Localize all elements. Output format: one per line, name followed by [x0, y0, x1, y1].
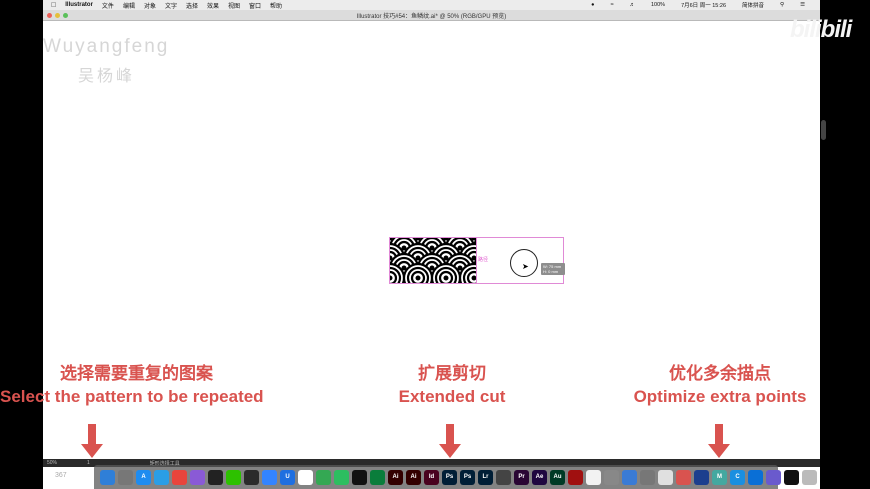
ae-icon[interactable]: Ae	[532, 469, 547, 485]
menu-app-name[interactable]: Illustrator	[65, 2, 93, 8]
cube-icon[interactable]	[622, 469, 637, 485]
artboard-number[interactable]: 1	[87, 460, 90, 466]
fish-scale-pattern[interactable]	[390, 238, 476, 283]
caption-optimize-points-en: Optimize extra points	[633, 387, 807, 406]
c4d-icon[interactable]	[694, 469, 709, 485]
pen-icon[interactable]	[352, 469, 367, 485]
size-tooltip: W: 75 mm H: 0 mm	[541, 263, 565, 275]
volume-icon[interactable]: ♬	[629, 2, 635, 8]
arrow-down-icon	[439, 424, 461, 458]
watermark-name-en: Wuyangfeng	[43, 36, 170, 57]
input-method-label[interactable]: 简体拼音	[742, 1, 764, 9]
caption-extended-cut: 扩展剪切 Extended cut	[372, 359, 532, 407]
pr-icon[interactable]: Pr	[514, 469, 529, 485]
search-icon[interactable]: ⚲	[780, 2, 784, 8]
caption-optimize-points-cn: 优化多余描点	[669, 364, 771, 383]
id-icon[interactable]: Id	[424, 469, 439, 485]
menu-window[interactable]: 窗口	[249, 1, 261, 10]
watermark-name-cn: 吴杨峰	[78, 68, 136, 85]
ps-icon[interactable]: Ps	[442, 469, 457, 485]
red-icon[interactable]	[568, 469, 583, 485]
arrow-down-icon	[81, 424, 103, 458]
au-icon[interactable]: Au	[550, 469, 565, 485]
u-icon[interactable]: U	[280, 469, 295, 485]
menu-type[interactable]: 文字	[165, 1, 177, 10]
dock-counter: 367	[55, 472, 67, 479]
ps2-icon[interactable]: Ps	[460, 469, 475, 485]
cloud-icon[interactable]	[298, 469, 313, 485]
caption-extended-cut-en: Extended cut	[398, 387, 506, 406]
bilibili-logo: bilibili	[790, 16, 852, 43]
trash-icon[interactable]	[802, 469, 817, 485]
ai2-icon[interactable]: Ai	[406, 469, 421, 485]
tools-icon[interactable]	[640, 469, 655, 485]
sketch-icon[interactable]	[658, 469, 673, 485]
green-icon[interactable]	[316, 469, 331, 485]
clock-label[interactable]: 7月6日 周一 15:26	[681, 1, 726, 9]
zoom-window-button[interactable]	[63, 13, 68, 18]
green2-icon[interactable]	[370, 469, 385, 485]
caption-select-pattern-en: Select the pattern to be repeated	[0, 387, 264, 406]
menu-bar:  Illustrator 文件 编辑 对象 文字 选择 效果 视图 窗口 帮助…	[43, 0, 820, 10]
menu-object[interactable]: 对象	[144, 1, 156, 10]
battery-label[interactable]: 100%	[651, 2, 665, 8]
window-icon[interactable]	[766, 469, 781, 485]
record-icon[interactable]: ●	[591, 2, 594, 8]
evernote2-icon[interactable]	[334, 469, 349, 485]
baidu-icon[interactable]	[262, 469, 277, 485]
menu-help[interactable]: 帮助	[270, 1, 282, 10]
finder-icon[interactable]	[100, 469, 115, 485]
wechat-icon[interactable]	[226, 469, 241, 485]
ai-icon[interactable]: Ai	[388, 469, 403, 485]
safari-icon[interactable]	[154, 469, 169, 485]
caption-optimize-points: 优化多余描点 Optimize extra points	[615, 359, 825, 407]
caption-select-pattern-cn: 选择需要重复的图案	[60, 364, 213, 383]
browser-icon[interactable]	[748, 469, 763, 485]
settings-icon[interactable]	[604, 469, 619, 485]
document-title: Illustrator 技巧#54：鱼鳞纹.ai* @ 50% (RGB/GPU…	[356, 13, 507, 20]
pdf-icon[interactable]	[190, 469, 205, 485]
close-window-button[interactable]	[47, 13, 52, 18]
minimize-window-button[interactable]	[55, 13, 60, 18]
star-icon[interactable]	[676, 469, 691, 485]
video-icon[interactable]	[496, 469, 511, 485]
wifi-icon[interactable]: ≈	[610, 2, 613, 8]
chrome-icon[interactable]	[172, 469, 187, 485]
dock: A U Ai Ai Id Ps Ps Lr Pr Ae Au M C	[94, 465, 817, 489]
arrow-down-icon	[708, 424, 730, 458]
menu-view[interactable]: 视图	[228, 1, 240, 10]
terminal-icon[interactable]	[784, 469, 799, 485]
caption-extended-cut-cn: 扩展剪切	[418, 364, 486, 383]
status-menu: ● ≈ ♬ 100% 7月6日 周一 15:26 简体拼音 ⚲ ☰	[584, 0, 814, 10]
evernote-icon[interactable]	[244, 469, 259, 485]
photos-icon[interactable]	[586, 469, 601, 485]
pointer-cursor-icon: ➤	[522, 262, 529, 271]
c-icon[interactable]: C	[730, 469, 745, 485]
menu-list-icon[interactable]: ☰	[800, 2, 805, 8]
menu-effect[interactable]: 效果	[207, 1, 219, 10]
path-guide-line	[476, 238, 477, 284]
qq-icon[interactable]	[208, 469, 223, 485]
window-title-bar: Illustrator 技巧#54：鱼鳞纹.ai* @ 50% (RGB/GPU…	[43, 10, 820, 21]
launchpad-icon[interactable]	[118, 469, 133, 485]
menu-select[interactable]: 选择	[186, 1, 198, 10]
tooltip-height: H: 0 mm	[543, 269, 559, 274]
vertical-scrollbar[interactable]	[821, 120, 826, 140]
menu-edit[interactable]: 编辑	[123, 1, 135, 10]
m-icon[interactable]: M	[712, 469, 727, 485]
menu-file[interactable]: 文件	[102, 1, 114, 10]
zoom-level[interactable]: 50%	[47, 460, 57, 466]
path-guide-label: 路径	[478, 257, 489, 263]
lr-icon[interactable]: Lr	[478, 469, 493, 485]
apple-icon[interactable]: 	[51, 2, 56, 9]
window-controls	[47, 13, 68, 18]
caption-select-pattern: 选择需要重复的图案 Select the pattern to be repea…	[0, 359, 264, 407]
appstore-icon[interactable]: A	[136, 469, 151, 485]
